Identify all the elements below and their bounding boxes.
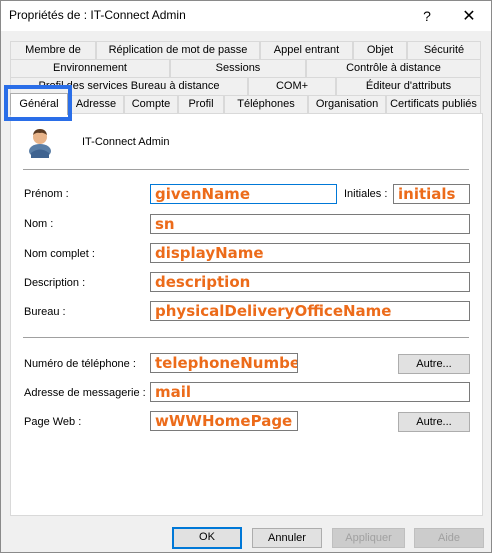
help-button[interactable]: ? xyxy=(415,5,439,27)
title-bar: Propriétés de : IT-Connect Admin ? ✕ xyxy=(1,1,491,31)
telephone-field[interactable]: telephoneNumber xyxy=(150,353,298,373)
nom-complet-label: Nom complet : xyxy=(24,248,95,260)
window-title: Propriétés de : IT-Connect Admin xyxy=(9,8,186,22)
initiales-field[interactable]: initials xyxy=(393,184,470,204)
tab-sessions[interactable]: Sessions xyxy=(170,59,306,77)
nom-field[interactable]: sn xyxy=(150,214,470,234)
tab-appel-entrant[interactable]: Appel entrant xyxy=(260,41,353,59)
tab-row-3: Profil des services Bureau à distance CO… xyxy=(10,77,481,95)
tab-row-4: Général Adresse Compte Profil Téléphones… xyxy=(10,93,481,115)
tab-general[interactable]: Général xyxy=(10,93,68,115)
help-footer-button[interactable]: Aide xyxy=(414,528,484,548)
properties-dialog: Propriétés de : IT-Connect Admin ? ✕ Mem… xyxy=(0,0,492,553)
initiales-label: Initiales : xyxy=(344,188,388,200)
cancel-button[interactable]: Annuler xyxy=(252,528,322,548)
tab-organisation[interactable]: Organisation xyxy=(308,95,386,113)
tab-com-plus[interactable]: COM+ xyxy=(248,77,336,95)
telephone-label: Numéro de téléphone : xyxy=(24,358,136,370)
apply-button[interactable]: Appliquer xyxy=(332,528,405,548)
separator-middle xyxy=(23,337,469,338)
mail-label: Adresse de messagerie : xyxy=(24,387,146,399)
tab-telephones[interactable]: Téléphones xyxy=(224,95,308,113)
tab-environnement[interactable]: Environnement xyxy=(10,59,170,77)
mail-field[interactable]: mail xyxy=(150,382,470,402)
tab-replication[interactable]: Réplication de mot de passe xyxy=(96,41,260,59)
telephone-autre-button[interactable]: Autre... xyxy=(398,354,470,374)
prenom-field[interactable]: givenName xyxy=(150,184,337,204)
bureau-field[interactable]: physicalDeliveryOfficeName xyxy=(150,301,470,321)
web-autre-button[interactable]: Autre... xyxy=(398,412,470,432)
ok-button[interactable]: OK xyxy=(172,527,242,549)
tab-membre-de[interactable]: Membre de xyxy=(10,41,96,59)
tab-row-2: Environnement Sessions Contrôle à distan… xyxy=(10,59,481,77)
bureau-label: Bureau : xyxy=(24,306,66,318)
description-label: Description : xyxy=(24,277,86,289)
tab-objet[interactable]: Objet xyxy=(353,41,407,59)
nom-label: Nom : xyxy=(24,218,54,230)
tab-controle-distance[interactable]: Contrôle à distance xyxy=(306,59,481,77)
tab-editeur-attributs[interactable]: Éditeur d'attributs xyxy=(336,77,481,95)
web-field[interactable]: wWWHomePage xyxy=(150,411,298,431)
tab-row-1: Membre de Réplication de mot de passe Ap… xyxy=(10,41,481,59)
prenom-label: Prénom : xyxy=(24,188,69,200)
tab-securite[interactable]: Sécurité xyxy=(407,41,481,59)
tab-profil[interactable]: Profil xyxy=(178,95,224,113)
web-label: Page Web : xyxy=(24,416,82,428)
tab-compte[interactable]: Compte xyxy=(124,95,178,113)
tab-certificats-publies[interactable]: Certificats publiés xyxy=(386,95,481,113)
user-display-name: IT-Connect Admin xyxy=(82,136,170,148)
separator-top xyxy=(23,169,469,170)
user-icon xyxy=(29,129,51,158)
nom-complet-field[interactable]: displayName xyxy=(150,243,470,263)
tab-adresse[interactable]: Adresse xyxy=(68,95,124,113)
description-field[interactable]: description xyxy=(150,272,470,292)
close-button[interactable]: ✕ xyxy=(457,5,481,27)
general-tab-panel: IT-Connect Admin Prénom : givenName Init… xyxy=(10,113,483,516)
